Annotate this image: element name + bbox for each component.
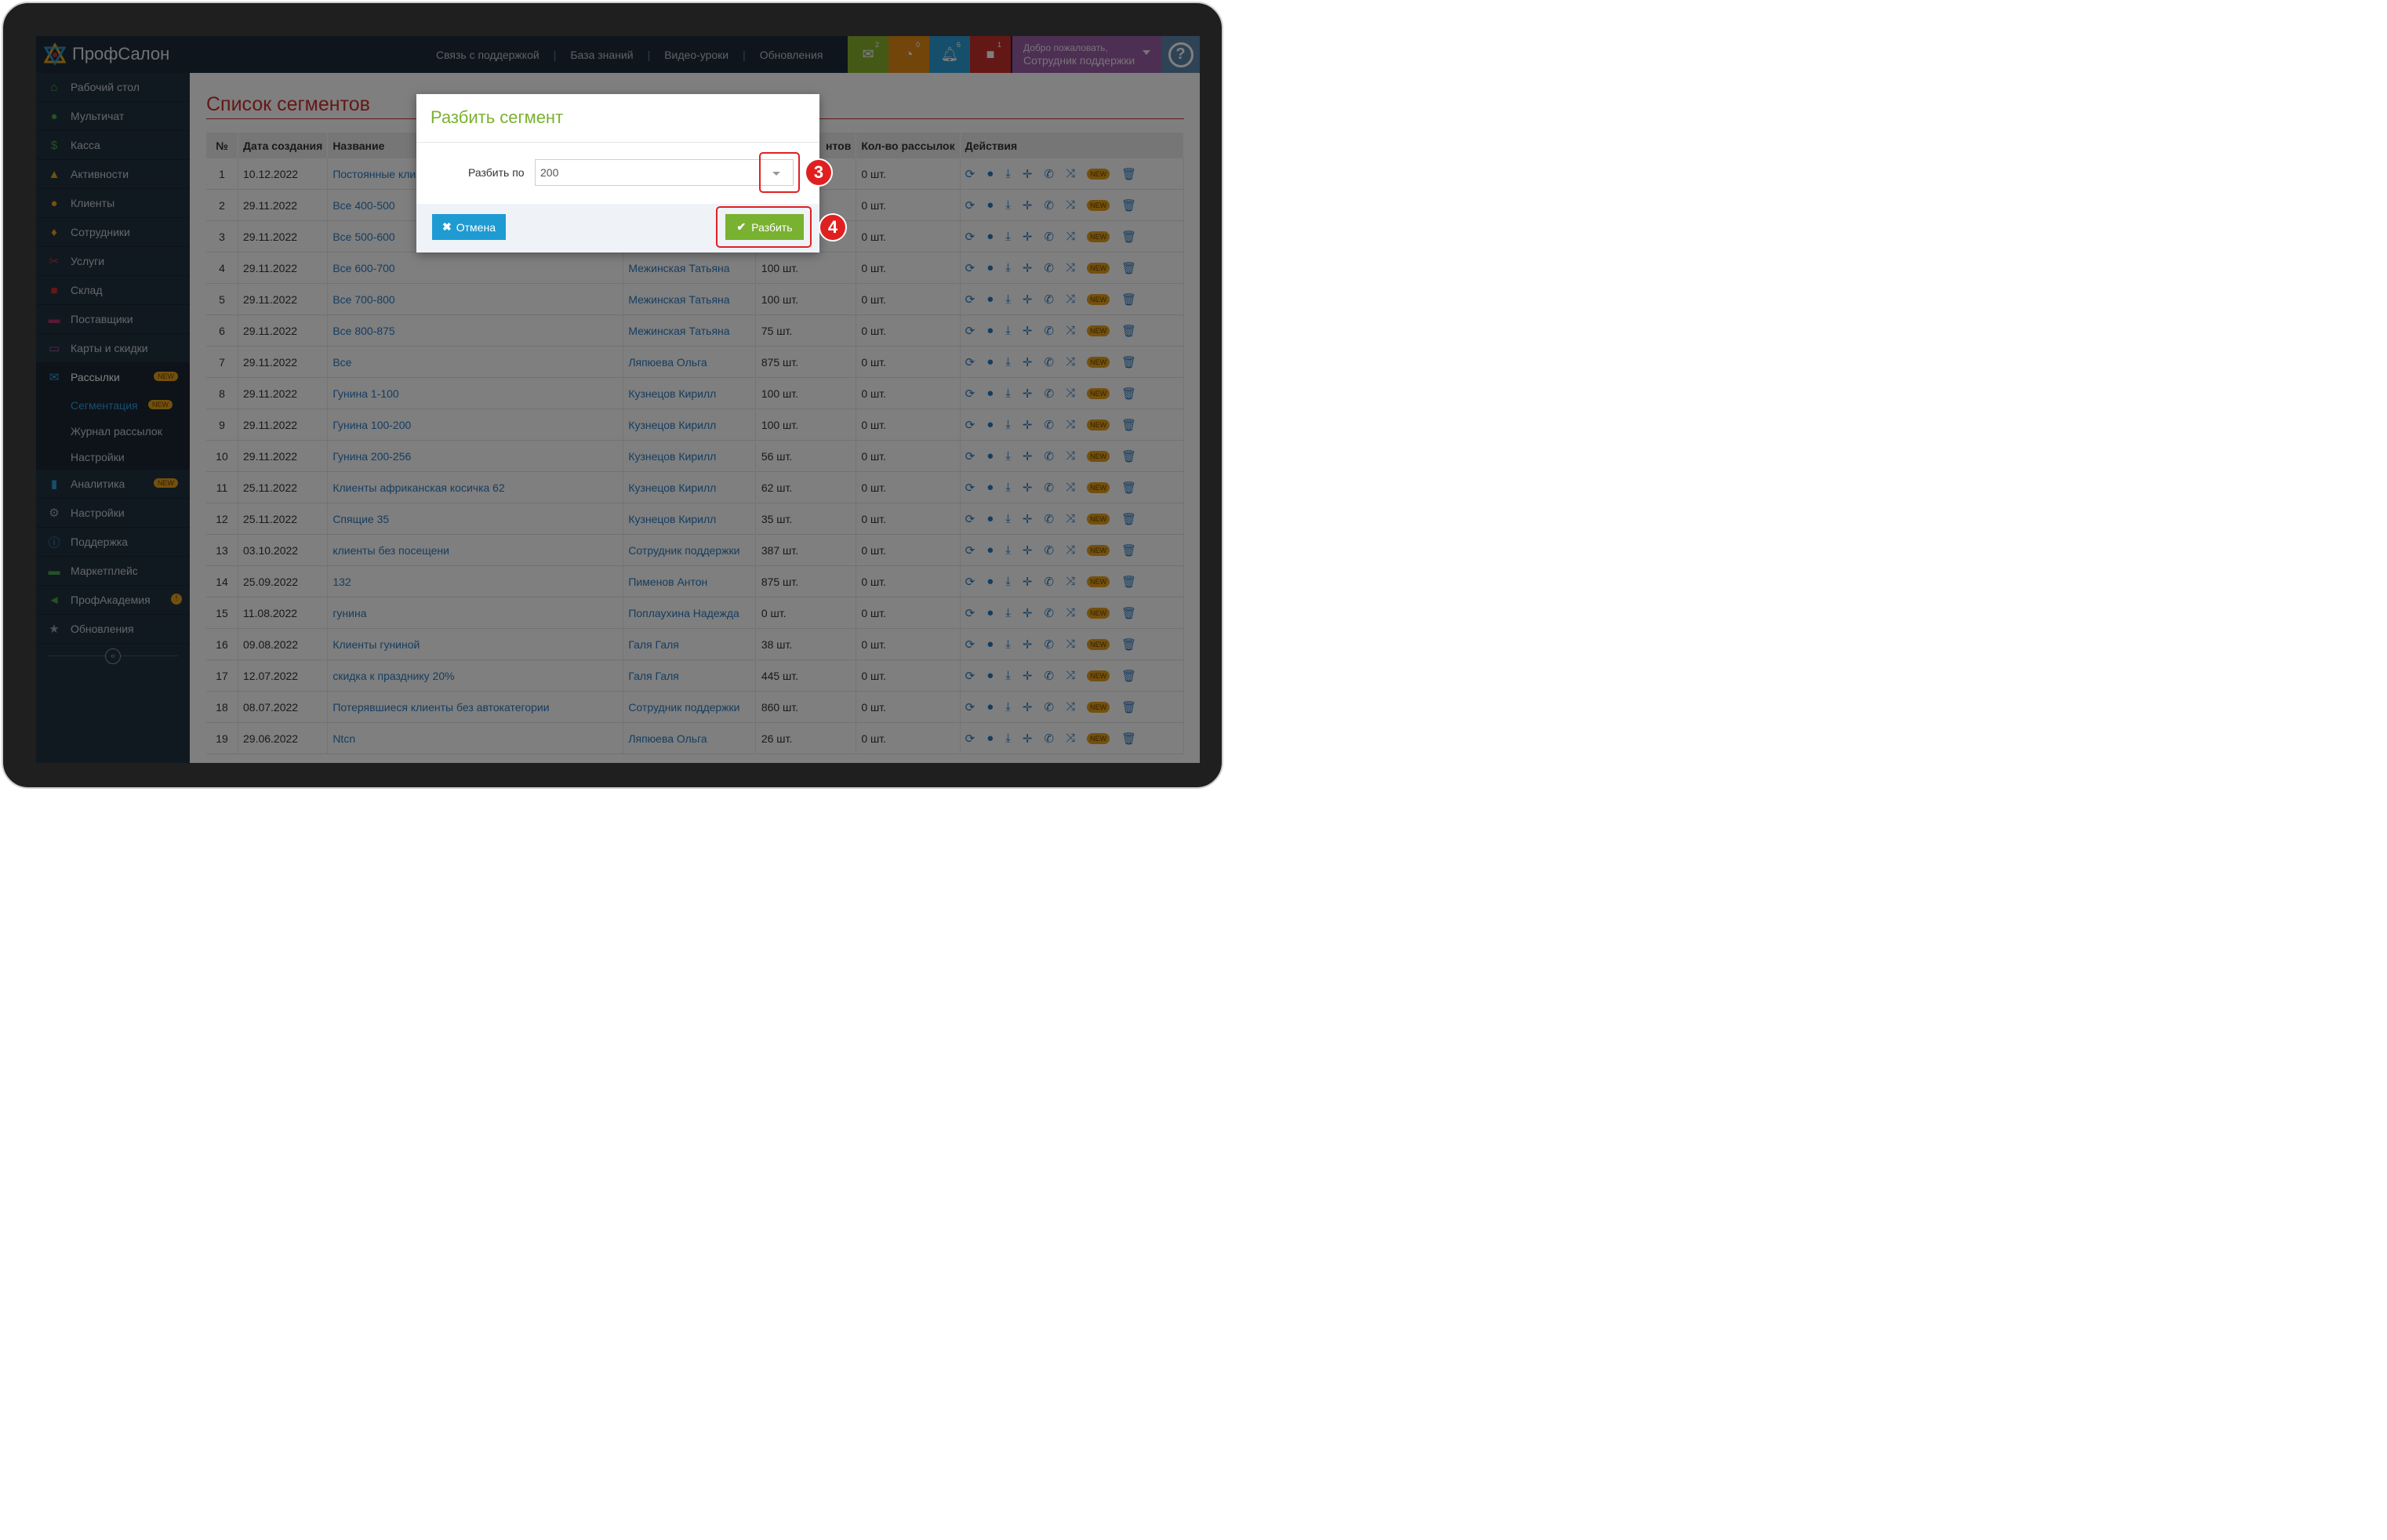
dialog-divider (416, 142, 819, 143)
close-icon: ✖ (442, 220, 452, 233)
app-screen: ПрофСалон Связь с поддержкой | База знан… (36, 36, 1200, 763)
split-by-value: 200 (540, 166, 559, 179)
highlight-dropdown-arrow (759, 152, 800, 193)
step-3-marker: 3 (805, 158, 833, 187)
cancel-label: Отмена (456, 220, 496, 234)
highlight-split-button (716, 206, 812, 248)
cancel-button[interactable]: ✖ Отмена (432, 214, 506, 240)
split-by-label: Разбить по (468, 166, 525, 179)
device-frame: ПрофСалон Связь с поддержкой | База знан… (2, 2, 1223, 789)
dialog-title: Разбить сегмент (431, 107, 564, 127)
step-4-marker: 4 (819, 213, 847, 242)
split-by-select[interactable]: 200 (535, 159, 794, 186)
